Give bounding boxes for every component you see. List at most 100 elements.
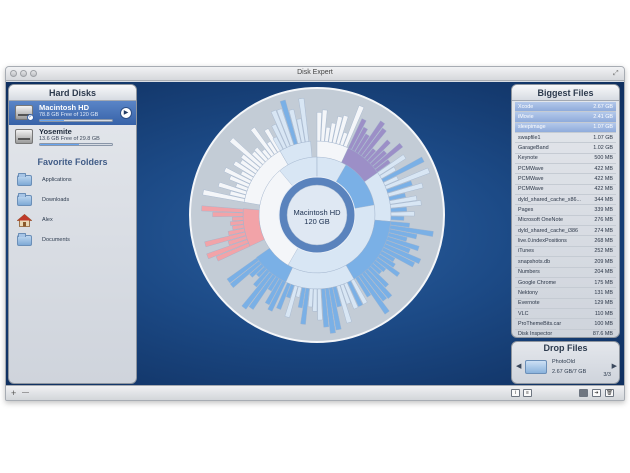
file-name: GarageBand (518, 145, 549, 152)
center-disk-name: Macintosh HD (293, 208, 341, 217)
favorite-label: Applications (42, 177, 72, 183)
bottom-toolbar: + — i ≡ ➜ 🗑 (6, 385, 624, 400)
disk-usage-bar (39, 143, 113, 146)
file-list-item[interactable]: live.0.indexPositions 268 MB (515, 236, 616, 247)
fullscreen-icon[interactable]: ⤢ (613, 70, 620, 77)
info-icon[interactable]: i (511, 389, 520, 397)
remove-icon[interactable]: — (22, 388, 29, 398)
previous-arrow-icon[interactable]: ◀ (516, 362, 521, 370)
file-size: 110 MB (594, 310, 613, 317)
disk-usage-bar (39, 119, 113, 122)
file-name: PCMWave (518, 186, 544, 193)
drop-item-name: PhotoOld (552, 359, 575, 365)
scan-button[interactable]: ▶ (120, 107, 132, 119)
disk-item-yosemite[interactable]: Yosemite 13.6 GB Free of 29.8 GB (9, 125, 136, 149)
file-list-item[interactable]: PCMWave 422 MB (515, 174, 616, 185)
documents-folder-icon (17, 233, 32, 246)
file-name: PCMWave (518, 176, 544, 183)
file-name: Keynote (518, 155, 538, 162)
left-sidebar: Hard Disks ✓ Macintosh HD 78.8 GB Free o… (8, 84, 137, 384)
file-list-item[interactable]: Disk Inspector 87.6 MB (515, 330, 616, 338)
file-list-item[interactable]: Numbers 204 MB (515, 268, 616, 278)
sunburst-center-label[interactable]: Macintosh HD 120 GB (262, 208, 372, 226)
add-icon[interactable]: + (11, 388, 16, 398)
file-name: Xcode (518, 103, 534, 110)
file-list-item[interactable]: Xcode 2.67 GB (515, 102, 616, 113)
disk-usage-fill (40, 120, 65, 121)
sunburst-segment[interactable] (390, 216, 405, 221)
file-list-item[interactable]: dyld_shared_cache_x86... 344 MB (515, 195, 616, 206)
file-name: Disk Inspector (518, 331, 553, 338)
file-size: 1.07 GB (593, 124, 613, 131)
file-name: dyld_shared_cache_x86... (518, 196, 581, 203)
favorite-item-alex[interactable]: Alex (9, 211, 136, 231)
folder-icon (17, 173, 32, 186)
file-size: 276 MB (594, 217, 613, 224)
file-list-item[interactable]: Google Chrome 175 MB (515, 278, 616, 289)
file-name: sleepimage (518, 124, 546, 131)
file-list-item[interactable]: Keynote 500 MB (515, 154, 616, 165)
file-list-item[interactable]: Nektony 131 MB (515, 288, 616, 299)
file-name: Pages (518, 207, 534, 214)
file-list-item[interactable]: iTunes 252 MB (515, 247, 616, 258)
file-name: iMovie (518, 114, 534, 121)
file-list-item[interactable]: sleepimage 1.07 GB (515, 122, 616, 134)
downloads-folder-icon (17, 193, 32, 206)
drop-item-size: 2.67 GB/7 GB (552, 369, 587, 375)
drop-folder-icon[interactable] (525, 360, 547, 374)
list-view-icon[interactable]: ≡ (523, 389, 532, 397)
file-size: 339 MB (594, 207, 613, 214)
file-name: snapshots.db (518, 258, 551, 265)
favorite-label: Alex (42, 217, 53, 223)
move-icon[interactable]: ➜ (592, 389, 601, 397)
file-list-item[interactable]: Pages 339 MB (515, 205, 616, 216)
file-name: iTunes (518, 248, 534, 255)
disk-usage-fill (40, 144, 79, 145)
file-list-item[interactable]: PCMWave 422 MB (515, 164, 616, 175)
file-name: Google Chrome (518, 279, 557, 286)
file-name: ProThemeBits.car (518, 320, 562, 327)
file-size: 129 MB (594, 300, 613, 307)
file-list-item[interactable]: Microsoft OneNote 276 MB (515, 216, 616, 227)
file-size: 2.67 GB (593, 103, 613, 110)
disk-name: Macintosh HD (39, 103, 90, 112)
drop-item-count: 3/3 (603, 372, 611, 378)
file-name: Nektony (518, 289, 538, 296)
next-arrow-icon[interactable]: ▶ (612, 362, 617, 370)
file-list-item[interactable]: ProThemeBits.car 100 MB (515, 319, 616, 330)
file-size: 209 MB (594, 258, 613, 265)
trash-icon[interactable]: 🗑 (605, 389, 614, 397)
file-list-item[interactable]: PCMWave 422 MB (515, 185, 616, 196)
home-icon (17, 214, 32, 227)
favorite-item-downloads[interactable]: Downloads (9, 191, 136, 211)
file-name: VLC (518, 310, 529, 317)
hard-disk-icon (15, 129, 33, 144)
file-name: Microsoft OneNote (518, 217, 563, 224)
file-name: Evernote (518, 300, 540, 307)
disk-free-space: 78.8 GB Free of 120 GB (39, 112, 99, 118)
file-size: 175 MB (594, 279, 613, 286)
file-size: 422 MB (594, 186, 613, 193)
sunburst-segment[interactable] (232, 216, 244, 222)
preview-icon[interactable] (579, 389, 588, 397)
favorite-item-applications[interactable]: Applications (9, 171, 136, 191)
file-list-item[interactable]: swapfile1 1.07 GB (515, 133, 616, 144)
file-name: Numbers (518, 269, 540, 276)
favorite-item-documents[interactable]: Documents (9, 231, 136, 251)
biggest-files-header: Biggest Files (512, 85, 619, 101)
file-list-item[interactable]: GarageBand 1.02 GB (515, 143, 616, 154)
sunburst-segment[interactable] (212, 211, 244, 218)
biggest-files-panel: Biggest Files Xcode 2.67 GB iMovie 2.41 GB s… (511, 84, 620, 338)
file-list-item[interactable]: Evernote 129 MB (515, 299, 616, 309)
file-list-item[interactable]: iMovie 2.41 GB (515, 112, 616, 123)
file-size: 1.02 GB (593, 145, 613, 152)
file-size: 100 MB (594, 320, 613, 327)
file-size: 268 MB (594, 238, 613, 245)
file-list-item[interactable]: VLC 110 MB (515, 309, 616, 320)
file-list-item[interactable]: dyld_shared_cache_i386 274 MB (515, 226, 616, 237)
sunburst-segment[interactable] (390, 211, 415, 217)
file-list-item[interactable]: snapshots.db 209 MB (515, 257, 616, 268)
window-title: Disk Expert (297, 69, 333, 76)
disk-item-macintosh-hd[interactable]: ✓ Macintosh HD 78.8 GB Free of 120 GB ▶ (9, 101, 136, 125)
biggest-files-list: Xcode 2.67 GB iMovie 2.41 GB sleepimage 1.07 … (512, 101, 619, 338)
